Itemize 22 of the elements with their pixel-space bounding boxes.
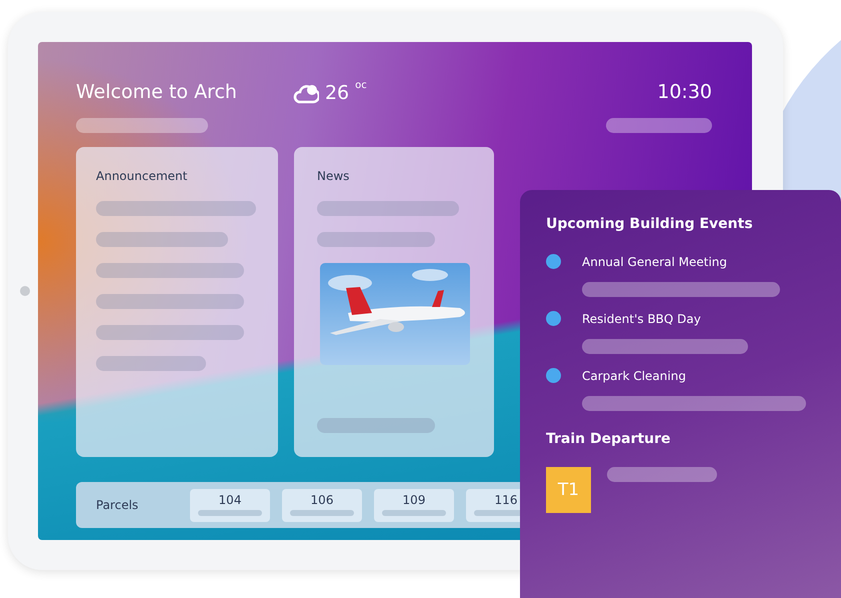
placeholder-bar [290, 510, 354, 516]
parcel-number: 109 [402, 492, 426, 506]
train-badge: T1 [546, 467, 591, 513]
temperature: 26 [324, 81, 350, 106]
placeholder-bar [382, 510, 446, 516]
temperature-unit: oc [355, 80, 367, 92]
card-title: News [317, 169, 350, 183]
events-title: Upcoming Building Events [546, 216, 754, 232]
parcel-number: 116 [494, 492, 518, 506]
clock-time: 10:30 [657, 80, 712, 104]
placeholder-bar [198, 510, 262, 516]
train-title: Train Departure [546, 431, 672, 447]
cloud-icon [292, 82, 319, 104]
camera-dot [20, 286, 30, 296]
parcel-number: 106 [310, 492, 334, 506]
welcome-title: Welcome to Arch [76, 80, 237, 104]
event-name: Annual General Meeting [582, 254, 728, 268]
card-title: Announcement [96, 169, 188, 183]
parcel-number: 104 [218, 492, 242, 506]
event-name: Resident's BBQ Day [582, 312, 701, 326]
parcels-label: Parcels [96, 498, 140, 512]
event-name: Carpark Cleaning [582, 368, 686, 382]
